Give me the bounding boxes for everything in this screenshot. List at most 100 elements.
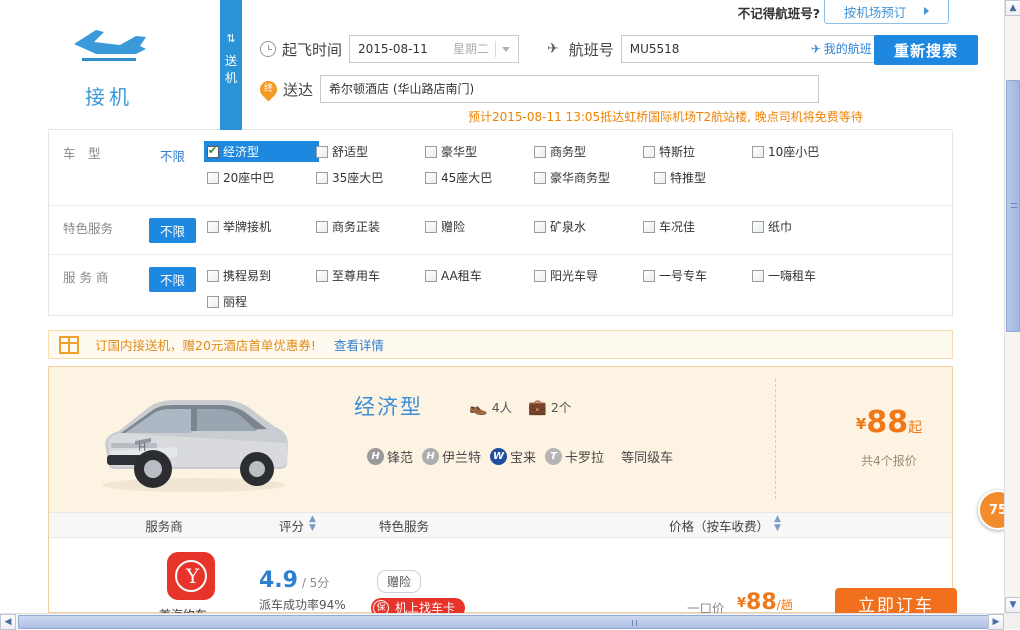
filter-row-features: 特色服务 不限 举牌接机 商务正装 赠险 矿泉水 车况佳 纸巾 (49, 206, 952, 255)
vertical-scrollbar-thumb[interactable] (1006, 80, 1020, 332)
clock-icon (260, 41, 276, 57)
flight-no-input[interactable]: MU5518 ✈ 我的航班 (620, 35, 881, 63)
search-button[interactable]: 重新搜索 (874, 35, 978, 65)
filter-option-licheng[interactable]: 丽程 (207, 293, 316, 310)
order-now-button[interactable]: 立即订车 (835, 588, 957, 613)
checkbox-icon[interactable] (207, 220, 219, 233)
filter-option-midbus20[interactable]: 20座中巴 (207, 169, 316, 186)
checkbox-icon[interactable] (534, 145, 546, 158)
filter-label-features: 特色服务 (63, 221, 114, 236)
filter-option-bus45[interactable]: 45座大巴 (425, 169, 534, 186)
page-content: 接机 ⇅ 送机 起飞时间 2015-08-11 星期二 ✈ 航班号 MU5518… (0, 0, 1004, 613)
card-divider (775, 379, 776, 499)
checkbox-icon[interactable] (643, 145, 655, 158)
checkbox-icon[interactable] (425, 220, 437, 233)
horizontal-scrollbar-thumb[interactable] (18, 615, 1020, 629)
filter-option-sunshine[interactable]: 阳光车导 (534, 267, 643, 284)
gift-icon (59, 335, 79, 354)
floating-promo-badge[interactable]: 75 (978, 490, 1004, 530)
chevron-down-icon[interactable] (502, 46, 511, 52)
filter-option-economy[interactable]: 经济型 (204, 141, 319, 162)
currency-symbol: ¥ (737, 596, 747, 611)
filter-option-luxury[interactable]: 豪华型 (425, 143, 534, 160)
filter-option-signboard[interactable]: 举牌接机 (207, 218, 316, 235)
checkbox-icon[interactable] (316, 171, 328, 184)
scroll-up-button[interactable]: ▲ (1005, 0, 1020, 16)
scroll-down-button[interactable]: ▼ (1005, 597, 1020, 613)
checkbox-icon[interactable] (207, 144, 219, 158)
feature-tag-findcar-label: 机上找车卡 (395, 601, 456, 613)
checkbox-icon[interactable] (643, 220, 655, 233)
filter-option-insurance[interactable]: 赠险 (425, 218, 534, 235)
filter-option-comfort[interactable]: 舒适型 (316, 143, 425, 160)
sort-icon[interactable]: ▲ ▼ (774, 515, 781, 533)
horizontal-scrollbar[interactable]: ◀ ▶ (0, 613, 1020, 630)
checkbox-icon[interactable] (207, 295, 219, 308)
sort-icon[interactable]: ▲ ▼ (309, 515, 316, 533)
card-price-summary: ¥88起 共4个报价 (829, 407, 949, 469)
trip-mode-dropoff-tab[interactable]: ⇅ 送机 (220, 0, 242, 130)
checkbox-icon[interactable] (534, 171, 546, 184)
checkbox-icon[interactable] (316, 269, 328, 282)
price-from-row: ¥88起 (829, 407, 949, 444)
filter-label-cartype: 车 型 (63, 146, 101, 161)
my-flights-link[interactable]: ✈ 我的航班 (811, 36, 872, 62)
col-rating[interactable]: 评分 ▲ ▼ (279, 515, 379, 535)
checkbox-icon[interactable] (752, 269, 764, 282)
filter-option-bus35[interactable]: 35座大巴 (316, 169, 425, 186)
date-input[interactable]: 2015-08-11 星期二 (349, 35, 520, 63)
filter-option-minibus10[interactable]: 10座小巴 (752, 143, 861, 160)
destination-input[interactable]: 希尔顿酒店 (华山路店南门) (320, 75, 820, 103)
checkbox-icon[interactable] (207, 269, 219, 282)
checkbox-icon[interactable] (534, 269, 546, 282)
feature-tag-insurance: 赠险 (377, 570, 422, 593)
checkbox-icon[interactable] (316, 145, 328, 158)
promo-detail-link[interactable]: 查看详情 (334, 335, 384, 354)
checkbox-icon[interactable] (643, 269, 655, 282)
filter-label-providers: 服 务 商 (63, 270, 109, 285)
filter-option-tesla[interactable]: 特斯拉 (643, 143, 752, 160)
checkbox-icon[interactable] (425, 145, 437, 158)
destination-row: 终 送达 希尔顿酒店 (华山路店南门) (256, 74, 820, 104)
filter-option-ehi[interactable]: 一嗨租车 (752, 267, 861, 284)
checkbox-icon[interactable] (207, 171, 219, 184)
filter-option-ctrip-yidao[interactable]: 携程易到 (207, 267, 316, 284)
scroll-right-button[interactable]: ▶ (988, 614, 1004, 630)
col-price[interactable]: 价格（按车收费） ▲ ▼ (669, 515, 781, 535)
checkbox-icon[interactable] (425, 269, 437, 282)
filter-any-label: 不限 (160, 149, 186, 164)
book-by-airport-button[interactable]: 按机场预订 (824, 0, 949, 24)
checkbox-icon[interactable] (534, 220, 546, 233)
filter-option-yihao[interactable]: 一号专车 (643, 267, 752, 284)
checkbox-icon[interactable] (654, 171, 666, 184)
filter-option-goodcar[interactable]: 车况佳 (643, 218, 752, 235)
pin-text: 终 (263, 83, 273, 94)
filter-option-tissue[interactable]: 纸巾 (752, 218, 861, 235)
filter-option-special[interactable]: 特推型 (654, 169, 763, 186)
filter-option-aa[interactable]: AA租车 (425, 267, 534, 284)
vertical-scrollbar[interactable]: ▲ ▼ (1004, 0, 1020, 613)
filter-option-suit[interactable]: 商务正装 (316, 218, 425, 235)
toyota-logo-icon: T (545, 448, 563, 465)
filter-option-luxbusiness[interactable]: 豪华商务型 (534, 169, 654, 186)
checkbox-icon[interactable] (425, 171, 437, 184)
swap-vertical-icon: ⇅ (226, 32, 236, 45)
filter-option-water[interactable]: 矿泉水 (534, 218, 643, 235)
filter-any-features[interactable]: 不限 (149, 218, 207, 244)
checkbox-icon[interactable] (316, 220, 328, 233)
book-by-airport-label: 按机场预订 (843, 4, 907, 20)
filter-any-label: 不限 (149, 267, 197, 292)
checkbox-icon[interactable] (752, 145, 764, 158)
filter-option-business[interactable]: 商务型 (534, 143, 643, 160)
brand-name: 伊兰特 (442, 451, 482, 466)
filter-any-cartype[interactable]: 不限 (149, 143, 207, 195)
filter-option-zhizun[interactable]: 至尊用车 (316, 267, 425, 284)
checkbox-icon[interactable] (752, 220, 764, 233)
scroll-left-button[interactable]: ◀ (0, 614, 16, 630)
scrollbar-grip (632, 620, 637, 626)
weekday-label: 星期二 (453, 42, 490, 56)
search-panel: 接机 ⇅ 送机 起飞时间 2015-08-11 星期二 ✈ 航班号 MU5518… (48, 0, 978, 130)
trip-mode-pickup[interactable]: 接机 (48, 0, 170, 130)
col-price-label: 价格（按车收费） (669, 519, 770, 534)
filter-any-providers[interactable]: 不限 (149, 267, 207, 319)
